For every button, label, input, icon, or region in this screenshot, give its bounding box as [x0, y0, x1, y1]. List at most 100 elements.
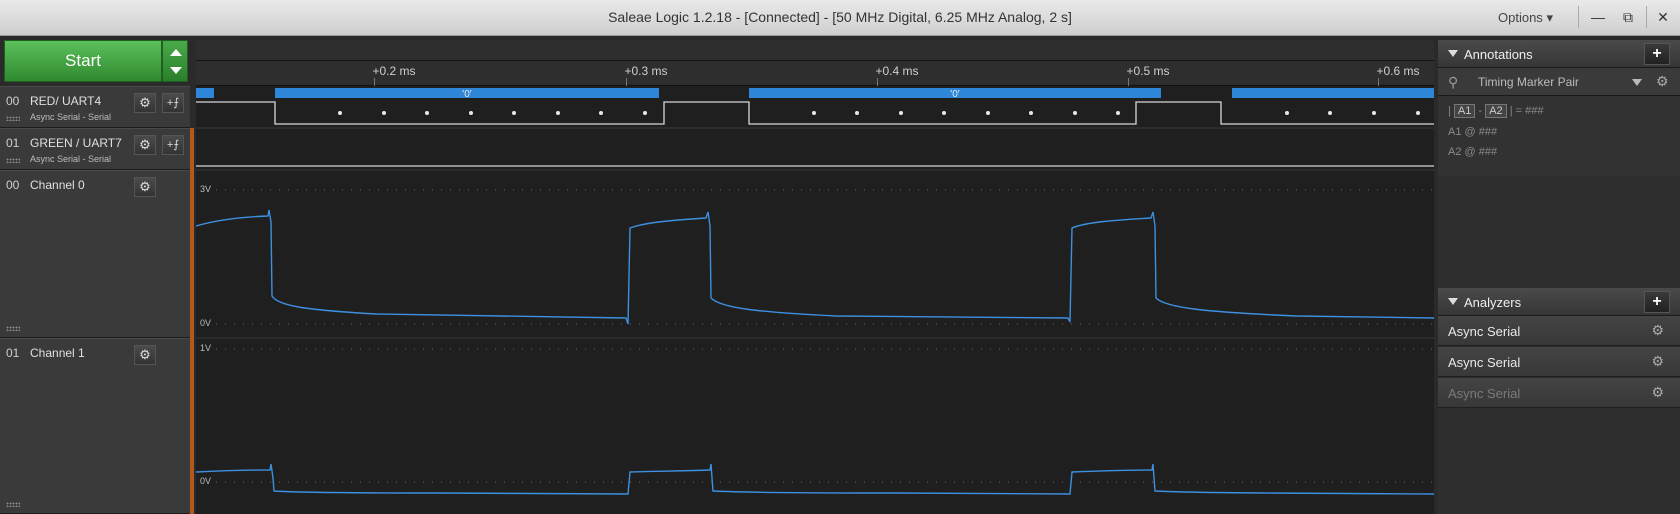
pin-icon[interactable]: ⚲: [1448, 74, 1458, 91]
analyzer-item[interactable]: Async Serial ⚙: [1438, 347, 1680, 377]
drag-handle-icon[interactable]: [6, 326, 20, 331]
channel-analyzer-label: Async Serial - Serial: [30, 112, 112, 122]
channel-number: 00: [6, 178, 20, 192]
delta-dash: -: [1478, 105, 1483, 117]
analyzer-label: Async Serial: [1448, 386, 1521, 401]
drag-handle-icon[interactable]: [6, 158, 20, 163]
delta-bar-left: |: [1448, 105, 1451, 117]
decoder-track[interactable]: '0' '0': [196, 88, 1434, 100]
gear-icon[interactable]: ⚙: [1651, 353, 1664, 370]
arrow-down-icon: [170, 67, 182, 74]
marker-a1-time: A1 @ ###: [1448, 126, 1498, 138]
gear-icon: ⚙: [139, 95, 151, 110]
options-menu[interactable]: Options ▾: [1494, 8, 1557, 28]
time-tick-label: +0.3 ms: [624, 64, 668, 78]
waveform-canvas[interactable]: '0' '0' 3V 0V 1V 0V: [196, 86, 1434, 514]
marker-delta-line: | A1 - A2 | = ###: [1448, 104, 1543, 118]
channel-settings-button[interactable]: ⚙: [134, 177, 156, 197]
channel-color-strip: [190, 338, 194, 514]
channel-name[interactable]: RED/ UART4: [30, 94, 101, 108]
analyzer-item[interactable]: Async Serial ⚙: [1438, 316, 1680, 346]
channel-settings-button[interactable]: ⚙: [134, 93, 156, 113]
ruler-divider: [196, 60, 1434, 61]
time-tick-label: +0.2 ms: [372, 64, 416, 78]
channel-color-strip: [190, 170, 194, 338]
add-analyzer-button[interactable]: +: [1644, 291, 1670, 313]
time-tick: [1378, 78, 1379, 86]
voltage-label-bottom: 0V: [200, 476, 211, 486]
time-ruler[interactable]: +0.2 ms +0.3 ms +0.4 ms +0.5 ms +0.6 ms: [196, 40, 1434, 86]
analog-trace-channel-0: [196, 209, 1434, 325]
channel-settings-button[interactable]: ⚙: [134, 135, 156, 155]
analyzer-item[interactable]: Async Serial ⚙: [1438, 378, 1680, 408]
title-separator: [1578, 6, 1579, 28]
time-tick: [877, 78, 878, 86]
saleae-logic-window: Saleae Logic 1.2.18 - [Connected] - [50 …: [0, 0, 1680, 514]
trigger-edge-icon: +⨍: [166, 139, 180, 151]
time-tick: [626, 78, 627, 86]
annotations-header[interactable]: Annotations +: [1438, 40, 1680, 68]
add-annotation-button[interactable]: +: [1644, 43, 1670, 65]
restore-button[interactable]: ⧉: [1613, 6, 1643, 28]
decoder-bar[interactable]: [1232, 88, 1434, 98]
start-button[interactable]: Start: [4, 40, 162, 82]
time-tick-label: +0.4 ms: [875, 64, 919, 78]
time-tick-label: +0.5 ms: [1126, 64, 1170, 78]
channel-number: 00: [6, 94, 20, 108]
title-separator: [1646, 6, 1647, 28]
window-title: Saleae Logic 1.2.18 - [Connected] - [50 …: [608, 9, 1072, 25]
voltage-label-top: 1V: [200, 343, 211, 353]
bit-sample-dots: [338, 111, 1420, 115]
close-button[interactable]: ✕: [1648, 6, 1678, 28]
decoder-bar[interactable]: [196, 88, 214, 98]
collapse-icon[interactable]: [1448, 50, 1458, 57]
trigger-edge-icon: +⨍: [166, 97, 180, 109]
decoder-frame-label: '0': [950, 89, 959, 100]
analyzers-title: Analyzers: [1464, 295, 1522, 310]
marker-a2-tag[interactable]: A2: [1485, 104, 1507, 118]
gear-icon[interactable]: ⚙: [1651, 322, 1664, 339]
time-tick: [1128, 78, 1129, 86]
channel-row-red-uart4[interactable]: 00 RED/ UART4 Async Serial - Serial ⚙ +⨍: [0, 86, 190, 128]
drag-handle-icon[interactable]: [6, 502, 20, 507]
channel-number: 01: [6, 136, 20, 150]
channel-color-strip: [190, 128, 194, 170]
options-label: Options: [1498, 10, 1543, 25]
annotation-values: | A1 - A2 | = ### A1 @ ### A2 @ ###: [1438, 96, 1680, 176]
channel-name[interactable]: Channel 0: [30, 178, 85, 192]
chevron-down-icon[interactable]: [1632, 79, 1642, 86]
voltage-label-bottom: 0V: [200, 318, 211, 328]
channel-row-channel-1[interactable]: 01 Channel 1 ⚙: [0, 338, 190, 514]
delta-value: | = ###: [1509, 105, 1544, 117]
title-bar: Saleae Logic 1.2.18 - [Connected] - [50 …: [0, 0, 1680, 36]
timing-marker-pair-row[interactable]: ⚲ Timing Marker Pair ⚙: [1438, 68, 1680, 96]
gear-icon: ⚙: [139, 137, 151, 152]
waveform-view[interactable]: '0' '0' 3V 0V 1V 0V: [196, 86, 1434, 514]
voltage-label-top: 3V: [200, 184, 211, 194]
start-options-button[interactable]: [162, 40, 188, 82]
timing-marker-pair-label: Timing Marker Pair: [1478, 75, 1579, 89]
right-side-panel: Annotations + ⚲ Timing Marker Pair ⚙ | A…: [1438, 40, 1680, 514]
gear-icon: ⚙: [139, 347, 151, 362]
plus-icon: +: [1652, 293, 1662, 310]
gear-icon[interactable]: ⚙: [1651, 384, 1664, 401]
analyzers-header[interactable]: Analyzers +: [1438, 288, 1680, 316]
annotations-title: Annotations: [1464, 47, 1533, 62]
analyzer-label: Async Serial: [1448, 324, 1521, 339]
channel-name[interactable]: Channel 1: [30, 346, 85, 360]
marker-a2-time: A2 @ ###: [1448, 146, 1498, 158]
minimize-button[interactable]: —: [1583, 6, 1613, 28]
gear-icon[interactable]: ⚙: [1656, 73, 1669, 90]
drag-handle-icon[interactable]: [6, 116, 20, 121]
time-tick: [374, 78, 375, 86]
marker-a1-tag[interactable]: A1: [1453, 104, 1476, 118]
trigger-button[interactable]: +⨍: [162, 135, 184, 155]
trigger-button[interactable]: +⨍: [162, 93, 184, 113]
channel-row-green-uart7[interactable]: 01 GREEN / UART7 Async Serial - Serial ⚙…: [0, 128, 190, 170]
channel-number: 01: [6, 346, 20, 360]
channel-analyzer-label: Async Serial - Serial: [30, 154, 112, 164]
channel-row-channel-0[interactable]: 00 Channel 0 ⚙: [0, 170, 190, 338]
channel-settings-button[interactable]: ⚙: [134, 345, 156, 365]
channel-name[interactable]: GREEN / UART7: [30, 136, 122, 150]
collapse-icon[interactable]: [1448, 298, 1458, 305]
